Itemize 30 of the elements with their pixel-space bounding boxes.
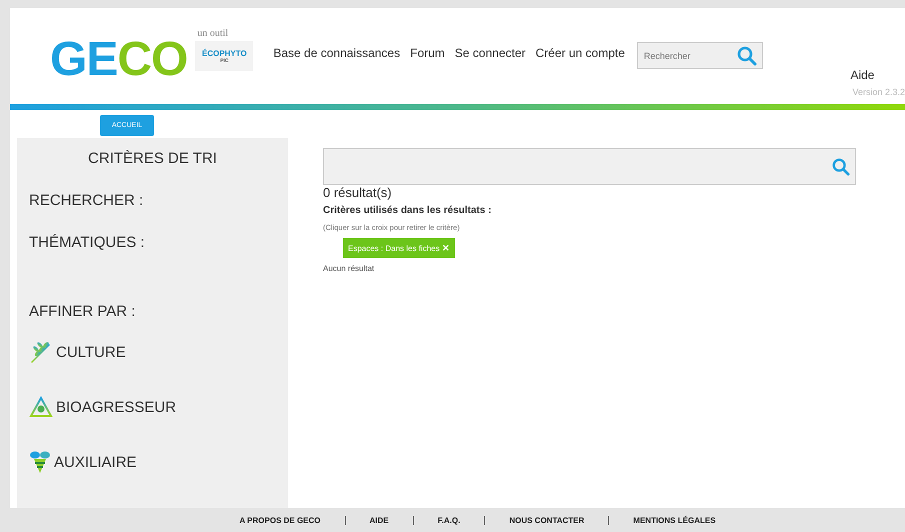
- nav-link[interactable]: Créer un compte: [536, 46, 625, 60]
- nav-link[interactable]: Forum: [410, 46, 445, 60]
- nav-link[interactable]: Base de connaissances: [273, 46, 400, 60]
- warning-triangle-icon[interactable]: [29, 396, 53, 418]
- footer-link[interactable]: MENTIONS LÉGALES: [633, 516, 716, 524]
- filter-label[interactable]: AUXILIAIRE: [54, 454, 137, 470]
- section-label[interactable]: THÉMATIQUES :: [29, 234, 288, 251]
- tagline: un outil: [197, 28, 230, 39]
- footer-link[interactable]: NOUS CONTACTER: [509, 516, 584, 524]
- filter-label[interactable]: BIOAGRESSEUR: [56, 398, 176, 416]
- criterion-tag: Espaces : Dans les fiches ✕: [343, 238, 455, 258]
- help-link[interactable]: Aide: [850, 68, 874, 82]
- wheat-icon[interactable]: [29, 340, 53, 364]
- search-field[interactable]: [323, 148, 856, 185]
- section-label[interactable]: RECHERCHER :: [29, 192, 288, 209]
- empty-message: Aucun résultat: [323, 264, 374, 273]
- bee-icon[interactable]: [29, 450, 51, 474]
- filter-label[interactable]: CULTURE: [56, 344, 126, 360]
- footer-link[interactable]: AIDE: [370, 516, 389, 524]
- footer-link[interactable]: F.A.Q.: [438, 516, 460, 524]
- search-field[interactable]: Rechercher: [636, 42, 763, 69]
- footer-link[interactable]: A PROPOS DE GECO: [239, 516, 321, 524]
- refine-label: AFFINER PAR :: [29, 303, 136, 320]
- search-icon[interactable]: [832, 158, 850, 176]
- result-count: 0 résultat(s): [323, 185, 392, 200]
- criteria-heading: Critères utilisés dans les résultats :: [323, 205, 492, 216]
- nav-link[interactable]: Se connecter: [454, 46, 526, 60]
- version-label: Version 2.3.2: [852, 87, 905, 97]
- sidebar-title: CRITÈRES DE TRI: [87, 150, 218, 167]
- search-icon[interactable]: [736, 46, 757, 66]
